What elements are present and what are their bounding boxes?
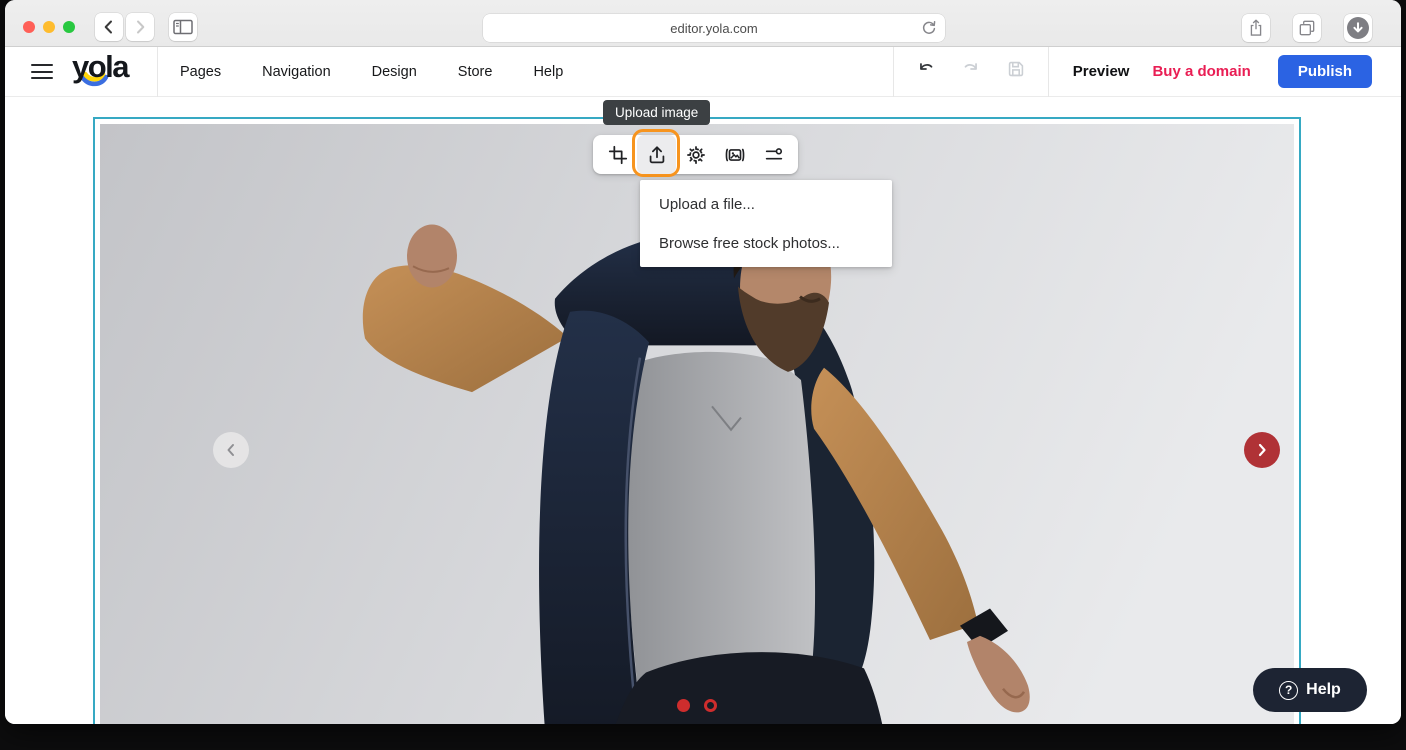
redo-icon — [960, 58, 982, 80]
slideshow-button[interactable] — [715, 135, 754, 174]
address-bar-url: editor.yola.com — [670, 21, 757, 36]
editor-nav: Pages Navigation Design Store Help — [180, 64, 563, 80]
menu-item-browse-stock[interactable]: Browse free stock photos... — [640, 224, 892, 263]
chevron-left-icon — [224, 443, 238, 457]
close-window-button[interactable] — [23, 21, 35, 33]
share-icon — [1246, 18, 1266, 38]
divider — [157, 47, 158, 97]
redo-button[interactable] — [960, 58, 982, 85]
carousel-next-button[interactable] — [1244, 432, 1280, 468]
share-button[interactable] — [1242, 14, 1270, 42]
tooltip: Upload image — [603, 100, 710, 125]
carousel-dot-1[interactable] — [677, 699, 690, 712]
carousel-dot-2[interactable] — [704, 699, 717, 712]
buy-domain-button[interactable]: Buy a domain — [1152, 63, 1250, 80]
sidebar-icon — [173, 19, 193, 35]
chrome-right-buttons — [1242, 14, 1375, 42]
upload-icon — [646, 144, 668, 166]
nav-item-help[interactable]: Help — [533, 64, 563, 80]
nav-item-design[interactable]: Design — [372, 64, 417, 80]
undo-button[interactable] — [915, 58, 937, 85]
chevron-right-icon — [1255, 443, 1269, 457]
browser-window: editor.yola.com — [5, 0, 1401, 724]
help-button-label: Help — [1306, 681, 1341, 699]
menu-button[interactable] — [31, 64, 53, 79]
editor-toolbar: yola Pages Navigation Design Store Help — [5, 47, 1401, 97]
reload-button[interactable] — [920, 19, 938, 42]
sidebar-toggle-button[interactable] — [169, 13, 197, 41]
undo-icon — [915, 58, 937, 80]
download-icon — [1347, 17, 1369, 39]
save-icon — [1005, 58, 1027, 80]
help-button[interactable]: ? Help — [1253, 668, 1367, 712]
nav-item-navigation[interactable]: Navigation — [262, 64, 331, 80]
reload-icon — [920, 19, 938, 37]
nav-item-pages[interactable]: Pages — [180, 64, 221, 80]
adjust-button[interactable] — [754, 135, 793, 174]
back-icon — [100, 18, 118, 36]
carousel-dots — [677, 699, 717, 712]
minimize-window-button[interactable] — [43, 21, 55, 33]
image-toolbar — [593, 135, 798, 174]
upload-image-button[interactable] — [637, 135, 676, 174]
crop-icon — [607, 144, 629, 166]
question-icon: ? — [1279, 681, 1298, 700]
publish-button[interactable]: Publish — [1278, 55, 1372, 88]
svg-text:yola: yola — [72, 50, 130, 84]
back-button[interactable] — [95, 13, 123, 41]
upload-menu: Upload a file... Browse free stock photo… — [640, 180, 892, 267]
preview-button[interactable]: Preview — [1073, 63, 1130, 80]
settings-button[interactable] — [676, 135, 715, 174]
crop-button[interactable] — [598, 135, 637, 174]
forward-icon — [131, 18, 149, 36]
downloads-button[interactable] — [1344, 14, 1372, 42]
tabs-icon — [1297, 18, 1317, 38]
browser-chrome: editor.yola.com — [5, 0, 1401, 47]
nav-item-store[interactable]: Store — [458, 64, 493, 80]
history-controls — [894, 58, 1048, 85]
slideshow-icon — [724, 144, 746, 166]
save-button[interactable] — [1005, 58, 1027, 85]
adjust-icon — [763, 144, 785, 166]
carousel-prev-button[interactable] — [213, 432, 249, 468]
zoom-window-button[interactable] — [63, 21, 75, 33]
forward-button[interactable] — [126, 13, 154, 41]
site-canvas: Upload image Upload a file... Browse fr — [5, 97, 1401, 724]
address-bar[interactable]: editor.yola.com — [483, 14, 945, 42]
divider — [1048, 47, 1049, 97]
traffic-lights — [23, 21, 75, 33]
gear-icon — [685, 144, 707, 166]
yola-logo: yola — [71, 50, 139, 93]
tab-overview-button[interactable] — [1293, 14, 1321, 42]
menu-item-upload-file[interactable]: Upload a file... — [640, 185, 892, 224]
